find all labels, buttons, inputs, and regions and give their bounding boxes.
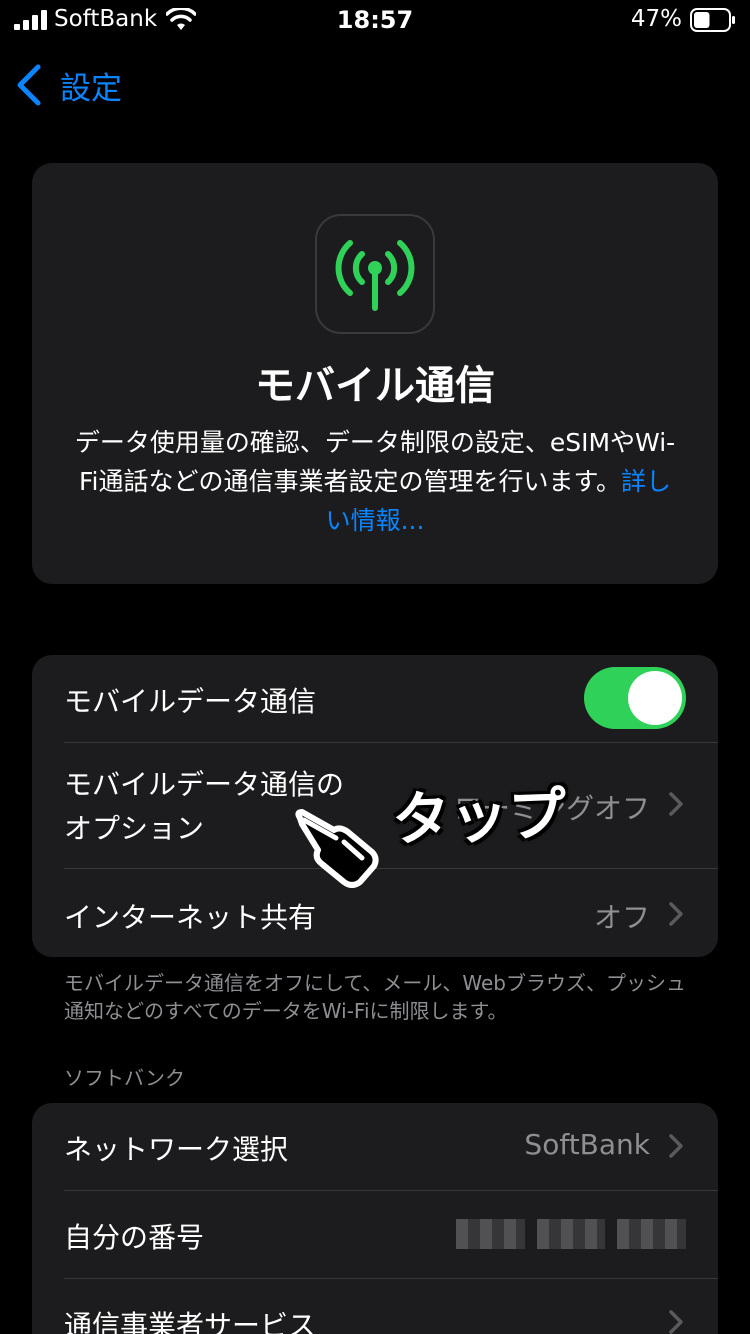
- redacted-phone-number: [456, 1219, 687, 1249]
- mobile-data-label: モバイルデータ通信: [64, 685, 317, 718]
- chevron-right-icon: [669, 792, 683, 816]
- network-selection-row[interactable]: ネットワーク選択 SoftBank: [32, 1103, 718, 1190]
- network-selection-label: ネットワーク選択: [64, 1133, 289, 1166]
- my-number-row: 自分の番号: [32, 1191, 718, 1278]
- mobile-data-footer: モバイルデータ通信をオフにして、メール、Webブラウズ、プッシュ通知などのすべて…: [64, 971, 687, 1023]
- mobile-data-row: モバイルデータ通信: [32, 655, 718, 742]
- mobile-data-group: モバイルデータ通信 モバイルデータ通信の オプション ローミングオフ インターネ…: [32, 655, 718, 957]
- hero-description-text: データ使用量の確認、データ制限の設定、eSIMやWi-Fi通話などの通信事業者設…: [74, 428, 676, 496]
- hero-description: データ使用量の確認、データ制限の設定、eSIMやWi-Fi通話などの通信事業者設…: [72, 423, 678, 540]
- personal-hotspot-value: オフ: [593, 901, 650, 934]
- chevron-right-icon: [669, 1134, 683, 1158]
- pointing-hand-icon: [295, 809, 379, 888]
- carrier-group: ネットワーク選択 SoftBank 自分の番号 通信事業者サービス: [32, 1103, 718, 1334]
- carrier-section-header: ソフトバンク: [64, 1066, 185, 1090]
- chevron-left-icon: [17, 64, 41, 106]
- toggle-knob: [628, 671, 682, 725]
- back-button-label: 設定: [60, 70, 122, 107]
- chevron-right-icon: [669, 902, 683, 926]
- status-bar: SoftBank 18:57 47%: [0, 0, 750, 40]
- antenna-icon: [315, 214, 435, 334]
- cellular-info-card: モバイル通信 データ使用量の確認、データ制限の設定、eSIMやWi-Fi通話など…: [32, 163, 718, 584]
- battery-percentage: 47%: [630, 6, 682, 32]
- chevron-right-icon: [669, 1310, 683, 1334]
- mobile-data-toggle[interactable]: [584, 667, 686, 729]
- mobile-data-options-label-line2: オプション: [64, 812, 205, 845]
- tap-annotation: タップ: [391, 779, 568, 855]
- personal-hotspot-label: インターネット共有: [64, 901, 317, 934]
- carrier-services-row[interactable]: 通信事業者サービス: [32, 1279, 718, 1334]
- carrier-services-label: 通信事業者サービス: [64, 1309, 317, 1334]
- my-number-label: 自分の番号: [64, 1221, 205, 1254]
- battery-icon: [690, 8, 735, 32]
- mobile-data-options-label-line1: モバイルデータ通信の: [64, 768, 345, 801]
- network-selection-value: SoftBank: [524, 1128, 650, 1161]
- page-title: モバイル通信: [255, 363, 495, 409]
- back-button[interactable]: 設定: [14, 62, 122, 108]
